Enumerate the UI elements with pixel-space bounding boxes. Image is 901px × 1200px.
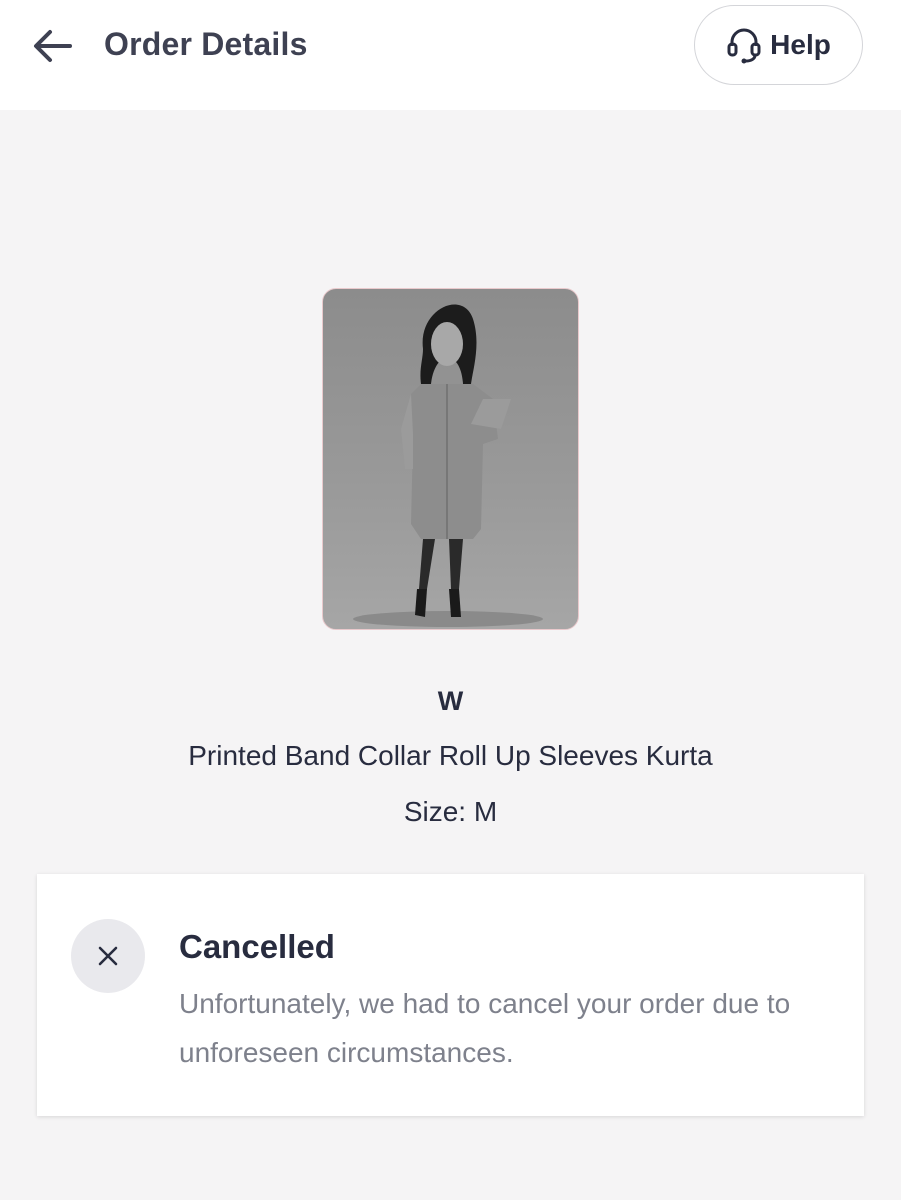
headset-icon [727,28,761,64]
product-brand: W [437,686,464,716]
arrow-left-icon [34,30,72,62]
product-name: Printed Band Collar Roll Up Sleeves Kurt… [188,740,713,771]
app-header: Order Details Help [0,0,901,110]
help-button[interactable]: Help [694,5,863,85]
help-label: Help [770,29,831,60]
back-button[interactable] [28,24,76,68]
status-icon-badge [71,919,145,993]
status-title: Cancelled [179,928,335,965]
order-status-card: Cancelled Unfortunately, we had to cance… [37,874,864,1116]
product-size: Size: M [403,796,498,827]
product-image [322,288,579,630]
page-title: Order Details [104,26,308,62]
status-message: Unfortunately, we had to cancel your ord… [179,988,791,1068]
close-icon [98,946,118,966]
